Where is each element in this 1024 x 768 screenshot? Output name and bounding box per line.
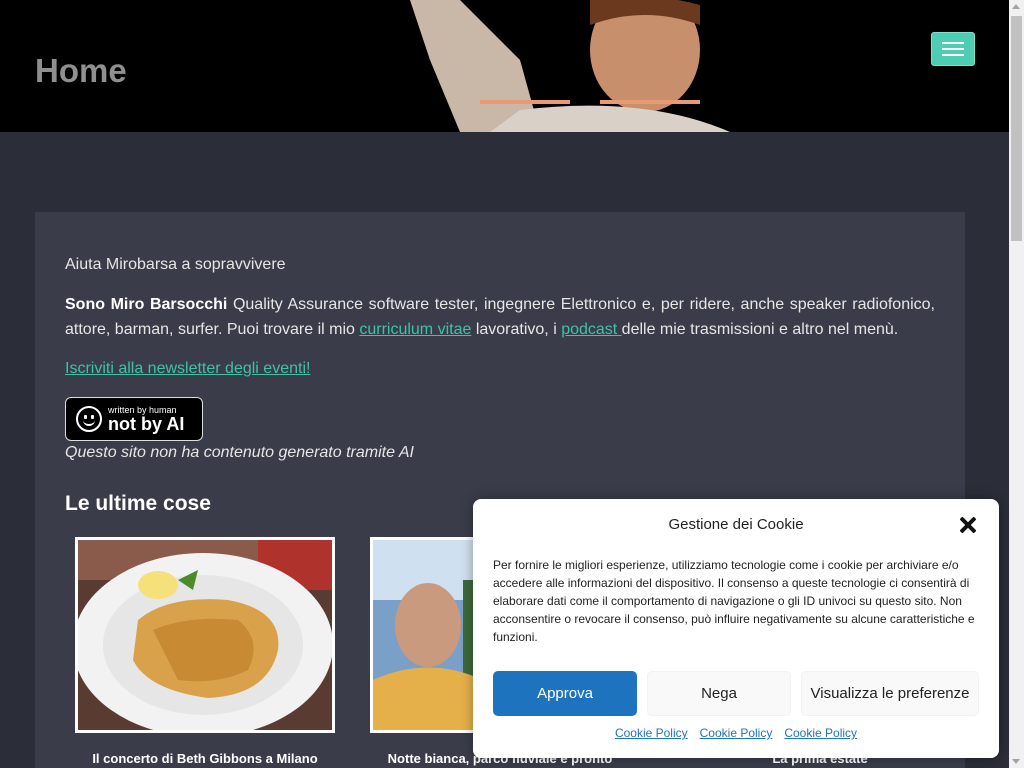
hamburger-icon-bar bbox=[942, 48, 964, 50]
header-hero-image bbox=[400, 0, 780, 132]
newsletter-link[interactable]: Iscriviti alla newsletter degli eventi! bbox=[65, 360, 310, 378]
section-title: Le ultime cose bbox=[65, 492, 211, 515]
badge-big-text: not by AI bbox=[108, 413, 185, 434]
scroll-up-icon[interactable] bbox=[1012, 4, 1020, 9]
scrollbar-thumb[interactable] bbox=[1011, 16, 1022, 241]
deny-button[interactable]: Nega bbox=[647, 671, 791, 716]
cv-link[interactable]: curriculum vitae bbox=[359, 321, 471, 338]
view-preferences-button[interactable]: Visualizza le preferenze bbox=[801, 671, 979, 716]
podcast-link[interactable]: podcast bbox=[561, 321, 621, 338]
bio-text-3: delle mie trasmissioni e altro nel menù. bbox=[621, 321, 899, 338]
close-icon[interactable] bbox=[958, 515, 978, 535]
cookie-consent-dialog: Gestione dei Cookie Per fornire le migli… bbox=[473, 499, 999, 758]
cookie-dialog-body: Per fornire le migliori esperienze, util… bbox=[493, 558, 975, 644]
scroll-down-icon[interactable] bbox=[1012, 759, 1020, 764]
smiley-icon bbox=[76, 406, 102, 432]
cookie-policy-link[interactable]: Cookie Policy bbox=[615, 726, 688, 740]
menu-toggle-button[interactable] bbox=[931, 32, 975, 66]
intro-text: Aiuta Mirobarsa a sopravvivere bbox=[65, 256, 286, 273]
post-thumbnail-image[interactable] bbox=[75, 537, 335, 733]
bio-paragraph: Sono Miro Barsocchi Quality Assurance so… bbox=[65, 292, 935, 342]
ai-note: Questo sito non ha contenuto generato tr… bbox=[65, 444, 414, 461]
post-caption[interactable]: Il concerto di Beth Gibbons a Milano bbox=[75, 751, 335, 766]
post-card[interactable]: Il concerto di Beth Gibbons a Milano bbox=[75, 537, 335, 766]
bio-text-2: lavorativo, i bbox=[471, 321, 562, 338]
hamburger-icon-bar bbox=[942, 42, 964, 44]
approve-button[interactable]: Approva bbox=[493, 671, 637, 716]
not-by-ai-badge[interactable]: written by human not by AI bbox=[65, 397, 203, 441]
cookie-policy-links: Cookie Policy Cookie Policy Cookie Polic… bbox=[473, 726, 999, 740]
bio-name: Sono Miro Barsocchi bbox=[65, 296, 228, 313]
site-header: Home bbox=[0, 0, 1009, 132]
hamburger-icon-bar bbox=[942, 54, 964, 56]
cookie-dialog-title: Gestione dei Cookie bbox=[668, 516, 804, 533]
cookie-policy-link[interactable]: Cookie Policy bbox=[784, 726, 857, 740]
page-title: Home bbox=[35, 52, 127, 89]
page-scrollbar[interactable] bbox=[1009, 0, 1024, 768]
cookie-policy-link[interactable]: Cookie Policy bbox=[700, 726, 773, 740]
